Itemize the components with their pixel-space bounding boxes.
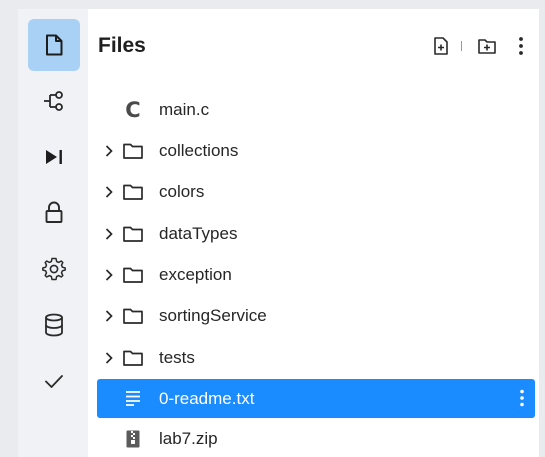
activity-bar xyxy=(18,9,88,457)
new-file-button[interactable] xyxy=(430,35,452,57)
tree-item-exception[interactable]: exception xyxy=(97,260,535,290)
window-border-left xyxy=(0,0,18,457)
tree-item-lab7-zip[interactable]: lab7.zip xyxy=(97,424,535,454)
zip-file-icon xyxy=(122,429,144,449)
tree-item-collections[interactable]: collections xyxy=(97,136,535,166)
chevron-right-icon[interactable] xyxy=(101,143,117,159)
new-file-icon xyxy=(434,37,448,55)
app-window: Files C main.c collections colors dataTy… xyxy=(0,0,545,457)
chevron-right-icon[interactable] xyxy=(101,267,117,283)
more-vertical-icon xyxy=(519,37,523,55)
gear-icon xyxy=(42,257,66,281)
c-language-icon: C xyxy=(125,98,141,122)
new-folder-icon xyxy=(478,39,496,54)
tree-item-main-c[interactable]: C main.c xyxy=(97,95,535,125)
tree-item-label: main.c xyxy=(159,100,210,119)
database-icon xyxy=(45,313,63,337)
header-divider xyxy=(461,41,462,51)
tree-item-label: tests xyxy=(159,348,195,367)
folder-icon xyxy=(122,182,144,202)
git-branch-icon xyxy=(44,91,63,111)
tree-item-datatypes[interactable]: dataTypes xyxy=(97,219,535,249)
window-border-top xyxy=(0,0,545,9)
tree-item-label: exception xyxy=(159,265,232,284)
chevron-right-icon[interactable] xyxy=(101,350,117,366)
tree-item-label: sortingService xyxy=(159,306,267,325)
tree-item-label: lab7.zip xyxy=(159,429,218,448)
panel-title: Files xyxy=(98,34,146,57)
tree-item-sortingservice[interactable]: sortingService xyxy=(97,301,535,331)
activity-source-control-button[interactable] xyxy=(28,75,80,127)
more-vertical-icon[interactable] xyxy=(519,389,525,407)
lock-icon xyxy=(45,201,63,223)
activity-settings-button[interactable] xyxy=(28,243,80,295)
folder-icon xyxy=(122,306,144,326)
folder-icon xyxy=(122,224,144,244)
activity-tasks-button[interactable] xyxy=(28,355,80,407)
activity-database-button[interactable] xyxy=(28,299,80,351)
tree-item-label: 0-readme.txt xyxy=(159,389,255,408)
window-border-right xyxy=(539,0,545,457)
tree-item-tests[interactable]: tests xyxy=(97,343,535,373)
folder-icon xyxy=(122,141,144,161)
chevron-right-icon[interactable] xyxy=(101,226,117,242)
tree-item-label: dataTypes xyxy=(159,224,238,243)
chevron-right-icon[interactable] xyxy=(101,184,117,200)
text-lines-icon xyxy=(122,388,144,408)
file-icon xyxy=(46,34,63,56)
activity-run-button[interactable] xyxy=(28,131,80,183)
checkmark-icon xyxy=(45,375,63,388)
run-icon xyxy=(46,150,62,164)
tree-item-colors[interactable]: colors xyxy=(97,177,535,207)
tree-item-label: colors xyxy=(159,182,205,201)
tree-item-readme-txt[interactable]: 0-readme.txt xyxy=(97,379,535,418)
activity-secrets-button[interactable] xyxy=(28,187,80,239)
folder-icon xyxy=(122,348,144,368)
files-panel: Files C main.c collections colors dataTy… xyxy=(88,9,539,457)
chevron-right-icon[interactable] xyxy=(101,308,117,324)
folder-icon xyxy=(122,265,144,285)
panel-more-button[interactable] xyxy=(510,35,532,57)
activity-files-button[interactable] xyxy=(28,19,80,71)
new-folder-button[interactable] xyxy=(476,35,498,57)
tree-item-label: collections xyxy=(159,141,239,160)
